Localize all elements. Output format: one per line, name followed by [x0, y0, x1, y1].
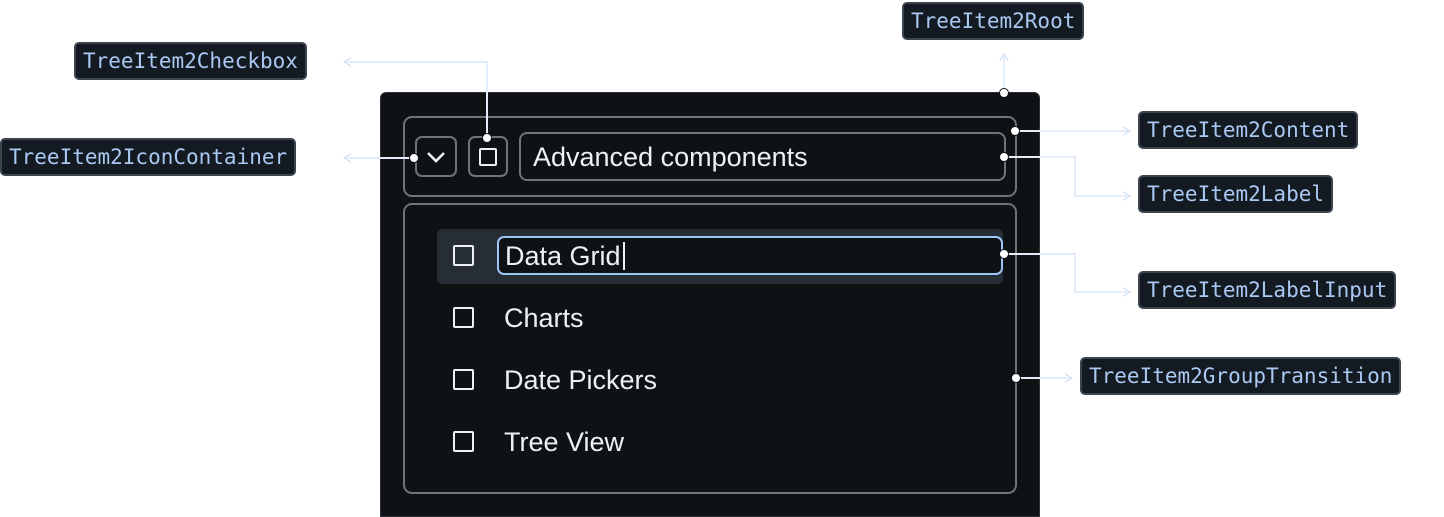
callout-icon-container: TreeItem2IconContainer	[0, 138, 297, 176]
callout-checkbox: TreeItem2Checkbox	[74, 42, 307, 80]
callout-root: TreeItem2Root	[902, 2, 1085, 40]
callout-content: TreeItem2Content	[1138, 111, 1359, 149]
callout-group-transition: TreeItem2GroupTransition	[1080, 357, 1402, 395]
callout-label-input: TreeItem2LabelInput	[1138, 271, 1397, 309]
callout-label: TreeItem2Label	[1138, 175, 1334, 213]
